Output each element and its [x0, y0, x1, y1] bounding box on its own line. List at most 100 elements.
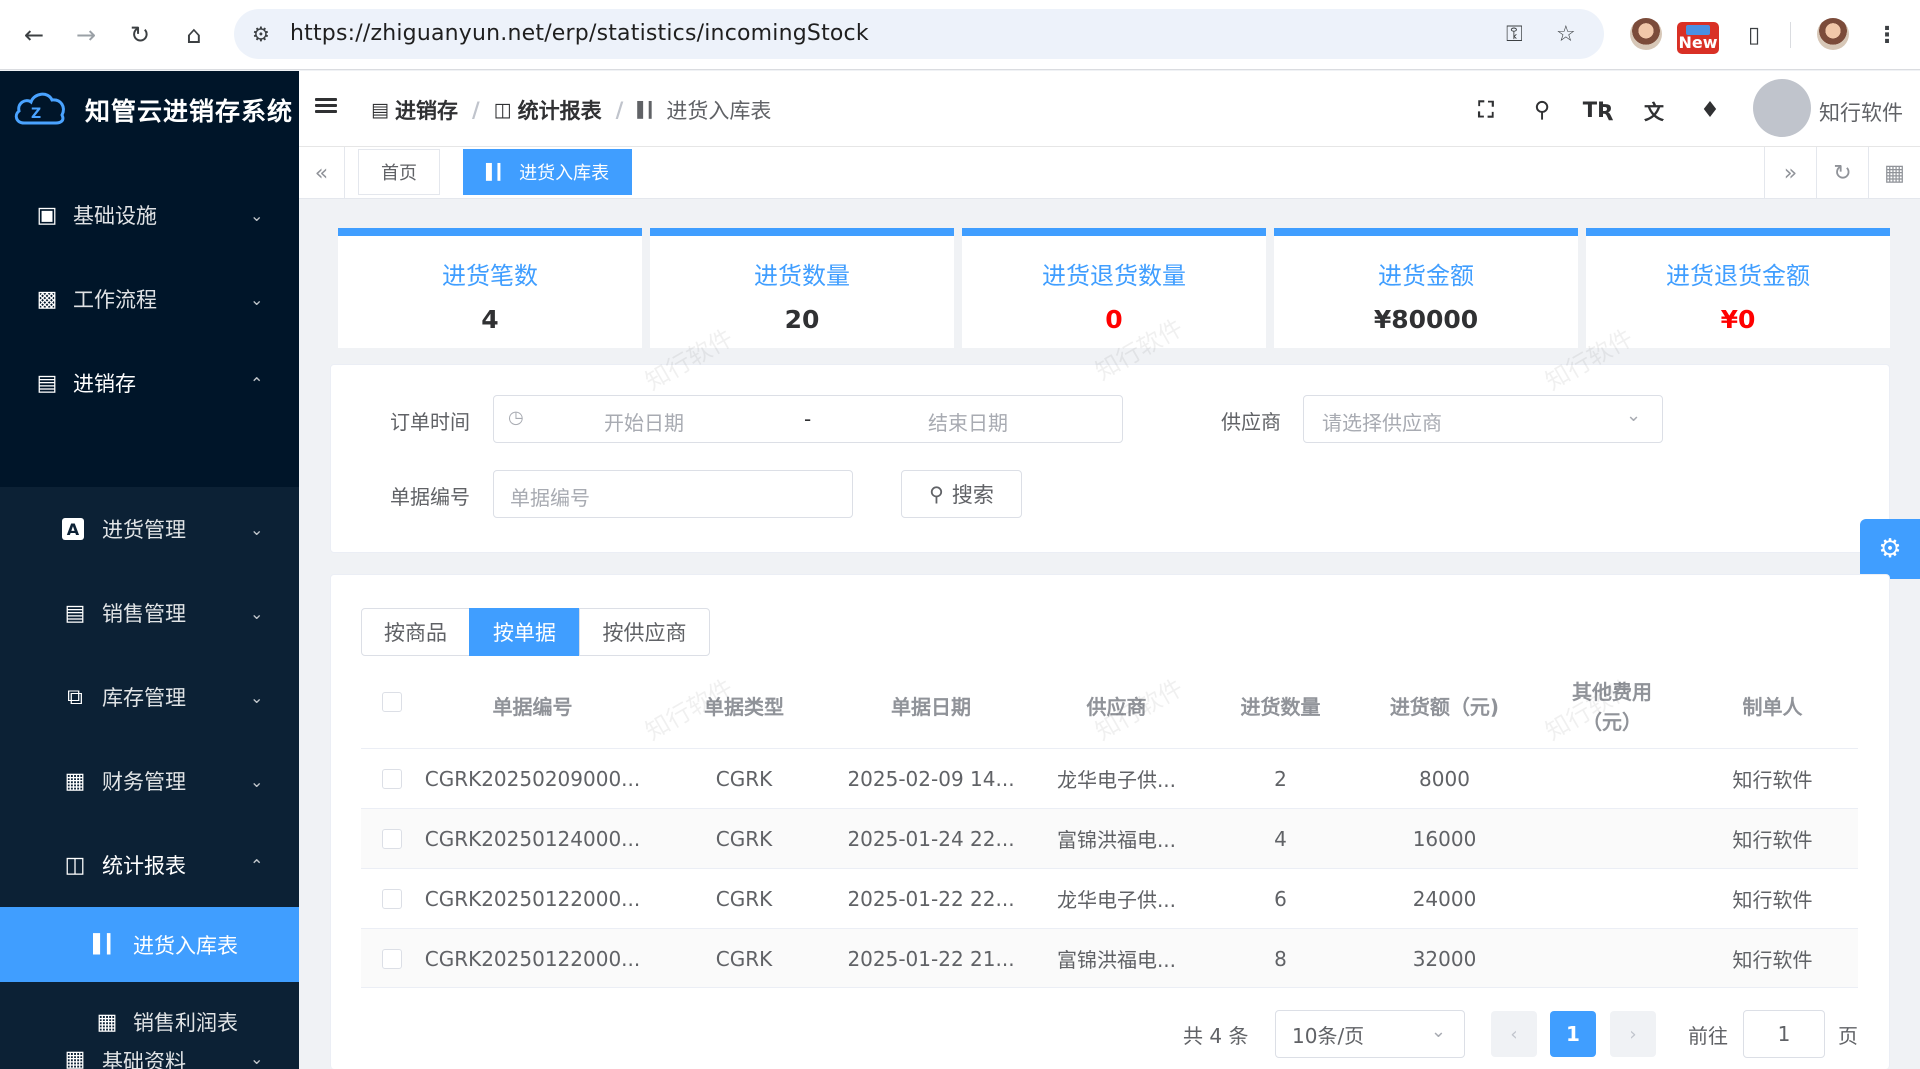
- cell-doc-date: 2025-01-24 22...: [847, 826, 1015, 851]
- scroll-left-icon[interactable]: «: [299, 147, 345, 199]
- scroll-right-icon[interactable]: »: [1764, 147, 1816, 199]
- back-icon[interactable]: ←: [16, 17, 52, 53]
- sidebar-item-inventory-system[interactable]: ▤ 进销存 ⌃: [0, 341, 299, 425]
- goto-page-input[interactable]: 1: [1743, 1010, 1825, 1058]
- date-range-picker[interactable]: ◷ 开始日期 - 结束日期: [493, 395, 1123, 443]
- column-header[interactable]: 供应商: [1024, 666, 1209, 748]
- app-title: 知管云进销存系统: [85, 97, 294, 126]
- breadcrumb-label: 统计报表: [517, 99, 602, 123]
- settings-gear-icon[interactable]: ⚙: [1860, 519, 1920, 579]
- chevron-down-icon: ⌄: [250, 1049, 264, 1068]
- refresh-icon[interactable]: ↻: [1816, 147, 1868, 199]
- next-page-icon[interactable]: ›: [1610, 1011, 1656, 1057]
- browser-menu-icon[interactable]: ⋮: [1870, 18, 1904, 52]
- sidebar-item-incoming-stock[interactable]: ▌▎ 进货入库表: [0, 907, 299, 982]
- search-icon[interactable]: ⚲: [1527, 95, 1557, 125]
- grid-icon[interactable]: ▦: [1868, 147, 1920, 199]
- reload-icon[interactable]: ↻: [122, 17, 158, 53]
- tab-by-document[interactable]: 按单据: [469, 608, 580, 656]
- cell-doc-no: CGRK20250122000...: [424, 886, 641, 911]
- bar-chart-icon: ▌▎: [93, 934, 121, 955]
- column-header[interactable]: 制单人: [1687, 666, 1858, 748]
- page-size-value: 10条/页: [1292, 1023, 1365, 1048]
- bookmark-star-icon[interactable]: ☆: [1556, 22, 1576, 47]
- cell-doc-date: 2025-01-22 21...: [847, 946, 1015, 971]
- sidebar-item-finance[interactable]: ▦ 财务管理 ⌄: [0, 739, 299, 823]
- font-size-icon[interactable]: TƦ: [1583, 95, 1614, 125]
- report-icon: ◫: [493, 99, 512, 121]
- cell-other-fee: [1537, 809, 1687, 868]
- supplier-select[interactable]: 请选择供应商 ⌄: [1303, 395, 1663, 443]
- password-key-icon[interactable]: ⚿: [1506, 22, 1523, 47]
- fullscreen-icon[interactable]: ⛶: [1471, 95, 1501, 125]
- clock-icon: ◷: [508, 407, 524, 428]
- column-header[interactable]: 单据类型: [650, 666, 838, 748]
- table-row[interactable]: CGRK20250122000... CGRK 2025-01-22 22...…: [361, 868, 1858, 928]
- page-number-current[interactable]: 1: [1550, 1011, 1596, 1057]
- breadcrumb-label: 进货入库表: [666, 99, 772, 123]
- column-header[interactable]: 单据日期: [838, 666, 1024, 748]
- row-checkbox[interactable]: [382, 949, 402, 969]
- logo-area[interactable]: Z 知管云进销存系统: [0, 71, 299, 146]
- sidebar-item-reports[interactable]: ◫ 统计报表 ⌃: [0, 823, 299, 907]
- address-bar[interactable]: ⚙ https://zhiguanyun.net/erp/statistics/…: [234, 9, 1604, 59]
- sidebar-item-basic-data[interactable]: ▦ 基础资料 ⌄: [0, 1047, 299, 1069]
- user-name[interactable]: 知行软件: [1819, 97, 1903, 127]
- extensions-puzzle-icon[interactable]: ▯: [1737, 18, 1771, 52]
- sidebar-item-sales[interactable]: ▤ 销售管理 ⌄: [0, 571, 299, 655]
- search-panel: [330, 364, 1890, 553]
- table-row[interactable]: CGRK20250122000... CGRK 2025-01-22 21...…: [361, 928, 1858, 988]
- sidebar-item-infrastructure[interactable]: ▣ 基础设施 ⌄: [0, 173, 299, 257]
- chevron-down-icon: ⌄: [250, 289, 264, 309]
- row-checkbox[interactable]: [382, 829, 402, 849]
- bell-icon[interactable]: ♦: [1695, 95, 1725, 125]
- sidebar-item-stock[interactable]: ⧉ 库存管理 ⌄: [0, 655, 299, 739]
- column-header[interactable]: 进货数量: [1209, 666, 1352, 748]
- supplier-label: 供应商: [1221, 410, 1281, 434]
- tab-by-product[interactable]: 按商品: [361, 608, 470, 656]
- avatar[interactable]: [1753, 79, 1811, 137]
- tab-by-supplier[interactable]: 按供应商: [579, 608, 710, 656]
- cloud-logo-icon: Z: [14, 92, 65, 125]
- supplier-placeholder: 请选择供应商: [1322, 411, 1442, 435]
- search-button-label: 搜索: [951, 483, 994, 507]
- tag-incoming-stock[interactable]: ▌▎ 进货入库表: [463, 149, 633, 195]
- column-header[interactable]: 进货额（元): [1352, 666, 1537, 748]
- cell-creator: 知行软件: [1732, 888, 1813, 912]
- url-text[interactable]: https://zhiguanyun.net/erp/statistics/in…: [290, 21, 869, 46]
- menu-toggle-icon[interactable]: [315, 95, 341, 119]
- svg-text:Z: Z: [31, 106, 41, 122]
- profile-extension-icon[interactable]: [1630, 18, 1662, 50]
- search-button[interactable]: ⚲ 搜索: [901, 470, 1022, 518]
- row-checkbox[interactable]: [382, 769, 402, 789]
- sidebar-item-workflow[interactable]: ▩ 工作流程 ⌄: [0, 257, 299, 341]
- column-header[interactable]: 其他费用（元）: [1537, 666, 1687, 748]
- breadcrumb-separator: /: [615, 98, 624, 122]
- cell-doc-no: CGRK20250124000...: [424, 826, 641, 851]
- cell-creator: 知行软件: [1732, 948, 1813, 972]
- cell-doc-date: 2025-01-22 22...: [847, 886, 1015, 911]
- start-date-placeholder[interactable]: 开始日期: [604, 407, 684, 436]
- translate-icon[interactable]: 文: [1639, 95, 1669, 125]
- tag-home[interactable]: 首页: [358, 149, 440, 195]
- prev-page-icon[interactable]: ‹: [1491, 1011, 1537, 1057]
- table-row[interactable]: CGRK20250209000... CGRK 2025-02-09 14...…: [361, 748, 1858, 808]
- sidebar-item-purchase[interactable]: A 进货管理 ⌄: [0, 487, 299, 571]
- site-settings-icon[interactable]: ⚙: [252, 22, 270, 46]
- select-all-checkbox[interactable]: [382, 692, 402, 712]
- table-row[interactable]: CGRK20250124000... CGRK 2025-01-24 22...…: [361, 808, 1858, 868]
- page-size-select[interactable]: 10条/页 ⌄: [1275, 1010, 1465, 1058]
- new-extension-icon[interactable]: New: [1677, 22, 1719, 54]
- stat-title: 进货退货金额: [1666, 262, 1810, 290]
- breadcrumb-item[interactable]: ◫ 统计报表: [494, 95, 602, 125]
- home-icon[interactable]: ⌂: [176, 17, 212, 53]
- forward-icon[interactable]: →: [68, 17, 104, 53]
- column-header[interactable]: 单据编号: [415, 666, 650, 748]
- doc-no-input[interactable]: 单据编号: [493, 470, 853, 518]
- row-checkbox[interactable]: [382, 889, 402, 909]
- breadcrumb: ▤ 进销存 / ◫ 统计报表 / ▌▎ 进货入库表: [371, 95, 771, 125]
- breadcrumb-item[interactable]: ▤ 进销存: [371, 95, 458, 125]
- sidebar-item-label: 统计报表: [102, 854, 186, 878]
- end-date-placeholder[interactable]: 结束日期: [928, 407, 1008, 436]
- browser-profile-avatar[interactable]: [1817, 18, 1849, 50]
